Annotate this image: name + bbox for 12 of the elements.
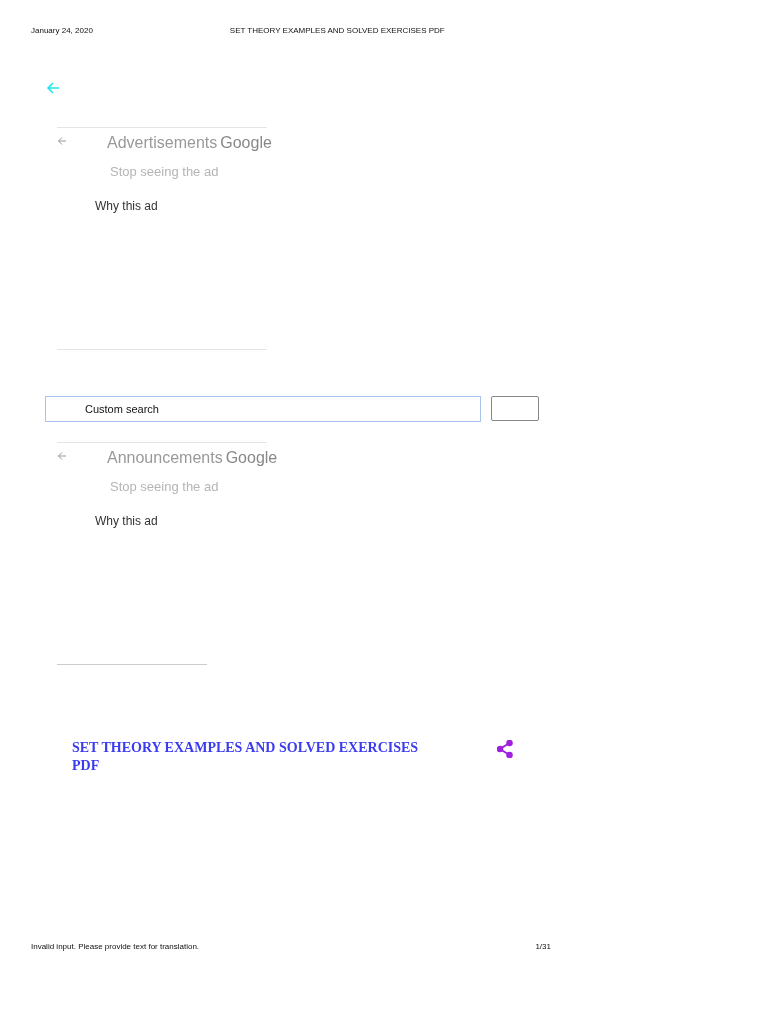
page-number: 1/31: [535, 942, 551, 951]
brand-label: Google: [225, 449, 278, 467]
why-this-ad-link[interactable]: Why this ad: [95, 199, 267, 213]
post-title[interactable]: SET THEORY EXAMPLES AND SOLVED EXERCISES PDF: [72, 739, 444, 775]
ad-label: Advertisements: [107, 134, 218, 152]
search-field[interactable]: Custom search: [45, 396, 481, 422]
brand-label: Google: [220, 134, 272, 152]
footer-note: Invalid input. Please provide text for translation.: [31, 942, 200, 951]
why-this-ad-link[interactable]: Why this ad: [95, 514, 267, 528]
ad-label: Announcements: [107, 449, 223, 467]
print-title: SET THEORY EXAMPLES AND SOLVED EXERCISES PDF: [229, 26, 445, 36]
print-date: January 24, 2020: [31, 26, 93, 36]
